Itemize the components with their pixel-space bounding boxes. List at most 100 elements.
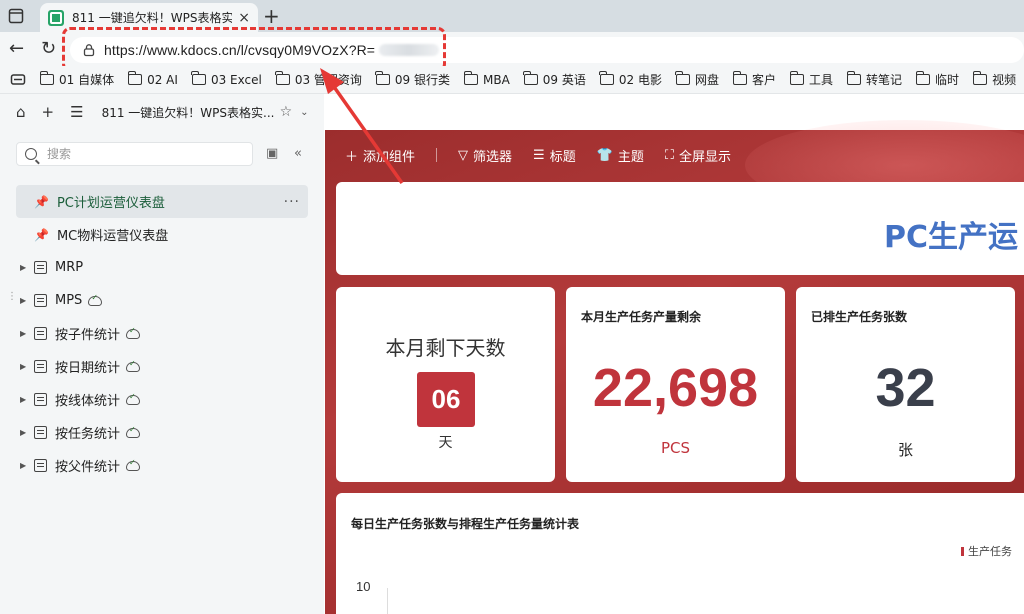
title-label: 标题 [549,149,576,165]
expand-arrow-icon[interactable]: ▶ [20,428,34,437]
daily-task-chart-card[interactable]: 每日生产任务张数与排程生产任务量统计表 生产任务 10 [336,493,1024,614]
fullscreen-button[interactable]: ⛶ 全屏显示 [665,146,731,165]
bookmark-folder[interactable]: 视频 [972,71,1016,88]
bookmark-folder[interactable]: 09 英语 [523,71,586,88]
folder-icon [915,71,931,85]
collapse-sidebar-icon[interactable]: « [294,146,302,161]
menu-icon[interactable]: ☰ [70,103,83,121]
kpi-label: 本月生产任务产量剩余 [581,310,702,324]
panel-toggle-icon[interactable]: ▣ [266,146,278,161]
bookmark-label: 03 管理资询 [294,73,362,87]
star-icon[interactable]: ☆ [280,104,293,120]
y-axis-line [387,588,388,614]
bookmark-label: 09 银行类 [394,73,450,87]
bookmark-folder[interactable]: 03 Excel [191,71,262,87]
expand-arrow-icon[interactable]: ▶ [20,329,34,338]
folder-icon [127,71,143,85]
sidebar-item-mrp[interactable]: ▶ MRP [0,251,324,284]
filter-button[interactable]: ▽ 筛选器 [458,146,512,165]
tab-close-button[interactable]: × [238,10,250,26]
bookmark-label: 02 电影 [618,73,662,87]
reload-icon[interactable]: ↻ [41,38,56,59]
folder-icon [39,71,54,85]
bookmark-folder[interactable]: 09 银行类 [375,71,450,88]
expand-arrow-icon[interactable]: ▶ [20,263,34,272]
dashboard-title: PC生产运 [884,220,1019,255]
bookmark-folder[interactable]: 02 AI [127,71,178,87]
bookmark-label: 客户 [752,73,777,87]
sidebar-item-by-line[interactable]: ▶ 按线体统计 [0,383,324,416]
sidebar-item-label: 按任务统计 [55,427,121,442]
theme-button[interactable]: 👕 主题 [597,146,644,165]
back-arrow-icon[interactable]: ← [9,38,24,59]
more-options-icon[interactable]: ··· [284,194,300,210]
y-axis-tick-label: 10 [356,579,371,594]
bookmark-folder[interactable]: 03 管理资询 [275,71,362,88]
reading-list-icon[interactable] [10,73,26,87]
legend-swatch [961,546,964,556]
bookmark-folder[interactable]: 01 自媒体 [39,71,115,88]
window-menu-icon[interactable] [7,7,25,25]
sidebar-header: ⌂ + ☰ 811 一键追欠料！WPS表格实... ☆ ⌄ [0,94,324,130]
kpi-label: 已排生产任务张数 [811,310,908,324]
bookmark-folder[interactable]: 临时 [915,71,959,88]
sidebar-item-by-task[interactable]: ▶ 按任务统计 [0,416,324,449]
expand-arrow-icon[interactable]: ▶ [20,395,34,404]
bookmark-folder[interactable]: 客户 [732,71,777,88]
sidebar-item-mps[interactable]: ▶ MPS [0,284,324,317]
theme-label: 主题 [617,149,644,165]
legend-label: 生产任务 [968,545,1012,558]
cloud-sync-icon [126,326,141,339]
bookmark-folder[interactable]: 网盘 [675,71,719,88]
kpi-value: 22,698 [592,358,759,418]
sidebar-item-pc-dashboard[interactable]: 📌 PC计划运营仪表盘 ··· [16,185,308,218]
folder-icon [599,71,614,85]
sidebar-item-by-date[interactable]: ▶ 按日期统计 [0,350,324,383]
kpi-unit: 天 [438,435,453,451]
fullscreen-label: 全屏显示 [679,149,732,165]
sidebar-item-by-component[interactable]: ▶ 按子件统计 [0,317,324,350]
sidebar-item-label: MC物料运营仪表盘 [56,229,169,244]
bookmark-folder[interactable]: MBA [463,71,510,87]
bookmark-label: 工具 [809,73,834,87]
folder-icon [463,71,478,85]
search-input[interactable] [47,147,227,161]
bookmark-folder[interactable]: 工具 [789,71,834,88]
folder-icon [675,71,690,85]
add-widget-button[interactable]: ＋添加组件 [345,146,415,165]
kpi-label: 本月剩下天数 [385,336,506,360]
home-icon[interactable]: ⌂ [16,103,26,121]
sidebar-item-label: MPS [55,293,83,308]
bookmark-folder[interactable]: 02 电影 [599,71,662,88]
bookmark-folder[interactable]: 转笔记 [846,71,902,88]
sidebar-item-mc-dashboard[interactable]: 📌 MC物料运营仪表盘 [0,218,324,251]
search-icon [25,148,37,160]
title-button[interactable]: ☰ 标题 [533,146,576,165]
expand-arrow-icon[interactable]: ▶ [20,362,34,371]
expand-arrow-icon[interactable]: ▶ [20,296,34,305]
new-tab-button[interactable]: + [263,4,280,28]
bookmark-label: 01 自媒体 [59,73,115,87]
kpi-card-remaining-output[interactable]: 本月生产任务产量剩余 22,698 PCS [566,287,785,482]
fullscreen-icon: ⛶ [664,147,675,163]
sidebar-search[interactable] [16,142,253,166]
sidebar-item-by-parent[interactable]: ▶ 按父件统计 [0,449,324,482]
add-icon[interactable]: + [42,103,55,121]
folder-icon [375,71,390,85]
kpi-card-days-left[interactable]: 本月剩下天数 06 天 [336,287,555,482]
chart-legend: 生产任务 [961,543,1012,559]
folder-icon [523,71,538,85]
document-sidebar: ⌂ + ☰ 811 一键追欠料！WPS表格实... ☆ ⌄ ▣ « ⋮ 📌 PC… [0,94,324,614]
add-widget-label: 添加组件 [363,149,416,165]
sidebar-item-label: PC计划运营仪表盘 [56,196,165,211]
kpi-card-scheduled-tasks[interactable]: 已排生产任务张数 32 张 [796,287,1015,482]
bookmark-label: 03 Excel [210,72,262,87]
dashboard-toolbar: ＋添加组件 ▽ 筛选器 ☰ 标题 👕 主题 ⛶ 全屏显示 [345,130,752,180]
expand-arrow-icon[interactable]: ▶ [20,461,34,470]
shirt-icon: 👕 [596,147,613,163]
cloud-sync-icon [126,425,141,438]
chevron-down-icon[interactable]: ⌄ [300,107,308,118]
cloud-sync-icon [126,392,141,405]
dashboard-title-card[interactable]: PC生产运 [336,182,1024,275]
bookmarks-bar: 01 自媒体 02 AI 03 Excel 03 管理资询 09 银行类 MBA… [0,66,1024,94]
